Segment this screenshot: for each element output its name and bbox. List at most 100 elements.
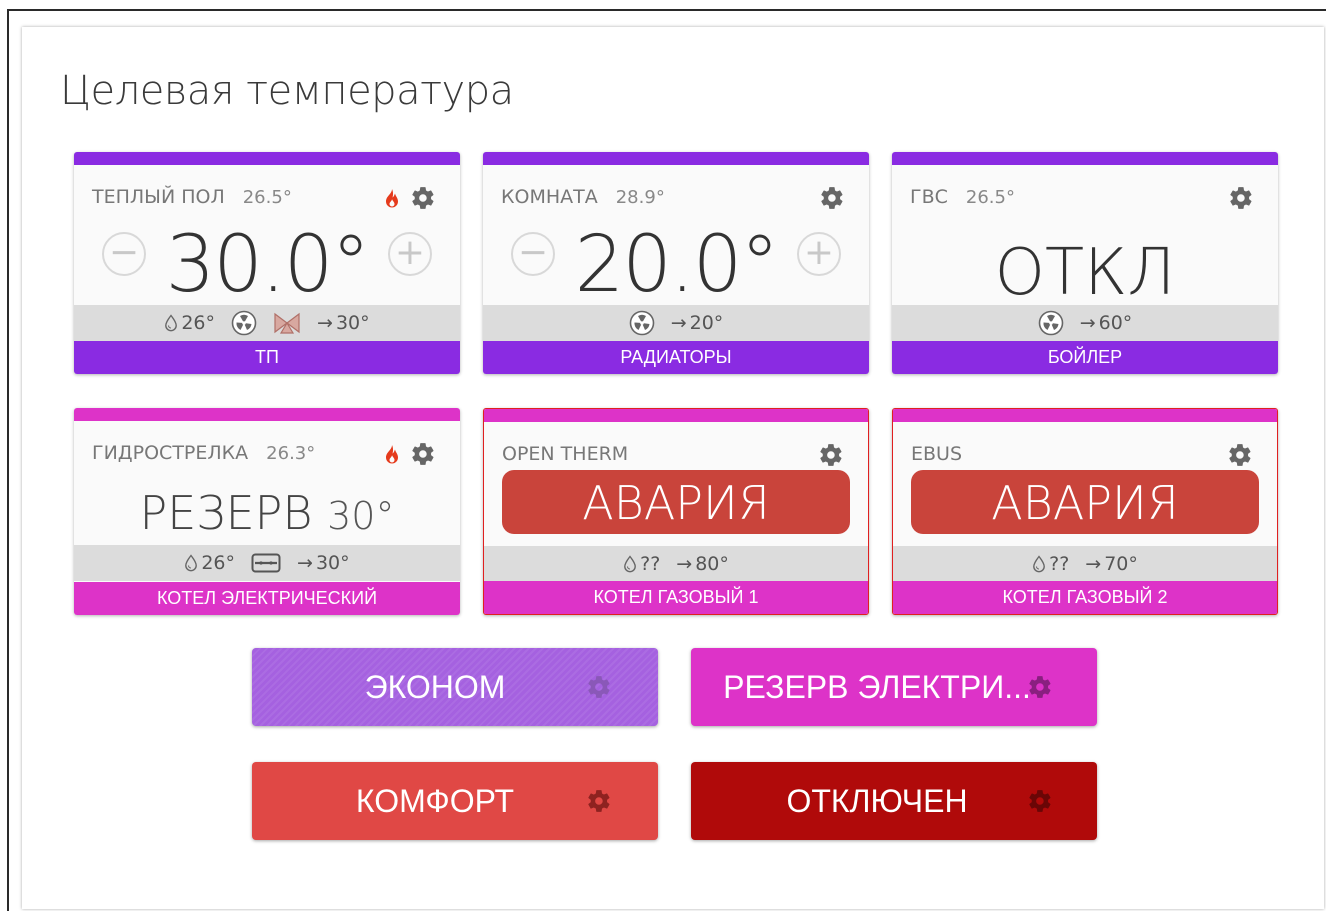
info-strip: ?? → 80° [484,546,868,582]
gear-icon[interactable] [1027,674,1053,700]
card-top-bar [74,408,460,421]
target-info: → 70° [1085,553,1138,575]
gear-icon[interactable] [1227,442,1253,468]
target-info-value: 60° [1098,312,1133,334]
alarm-status: АВАРИЯ [502,470,850,534]
card-top-bar [893,409,1277,422]
card-footer: КОТЕЛ ЭЛЕКТРИЧЕСКИЙ [74,582,460,615]
zone-name: КОМНАТА [501,186,598,208]
card-top-bar [483,152,869,165]
gear-icon[interactable] [1027,788,1053,814]
zone-card-teply-pol[interactable]: ТЕПЛЫЙ ПОЛ 26.5° − 30.0° + 26° → 30° ТП [74,152,460,374]
target-info: → 80° [676,553,729,575]
zone-name: ТЕПЛЫЙ ПОЛ [92,186,225,208]
zone-card-gidrostrelka[interactable]: ГИДРОСТРЕЛКА 26.3° РЕЗЕРВ 30° 26° → 30° К… [74,408,460,615]
zone-card-gvs[interactable]: ГВС 26.5° ОТКЛ → 60° БОЙЛЕР [892,152,1278,374]
increase-button[interactable]: + [388,232,432,276]
floor-temp: ?? [623,553,660,575]
info-strip: ?? → 70° [893,546,1277,582]
target-info-value: 30° [315,552,350,574]
flame-icon [384,189,400,209]
card-top-bar [74,152,460,165]
zone-label: EBUS [911,443,962,465]
drop-icon [623,555,637,573]
mode-button-comfort[interactable]: КОМФОРТ [252,762,658,840]
reserve-temp: 30° [327,494,395,538]
flame-icon [384,445,400,465]
arrow-icon: → [1079,312,1096,334]
card-footer: ТП [74,341,460,374]
target-info: → 20° [671,312,724,334]
arrow-icon: → [317,312,333,334]
mode-button-off[interactable]: ОТКЛЮЧЕН [691,762,1097,840]
floor-temp-value: 26° [201,552,236,574]
target-info-value: 70° [1104,553,1138,575]
zone-name: OPEN THERM [502,443,629,465]
card-footer: РАДИАТОРЫ [483,341,869,374]
zone-name: EBUS [911,443,963,465]
info-strip: 26° → 30° [74,305,460,341]
alarm-status: АВАРИЯ [911,470,1259,534]
gear-icon[interactable] [819,185,845,211]
card-top-bar [484,409,868,422]
current-temp: 26.5° [965,187,1015,208]
zone-label: ГВС 26.5° [910,186,1015,208]
floor-temp-value: ?? [1049,553,1070,575]
target-info: → 60° [1080,312,1133,334]
drop-icon [164,314,178,332]
gear-icon[interactable] [586,674,612,700]
pump-icon [231,310,257,336]
target-info: → 30° [317,312,370,334]
target-info: → 30° [297,552,350,574]
gear-icon[interactable] [818,442,844,468]
zone-card-komnata[interactable]: КОМНАТА 28.9° − 20.0° + → 20° РАДИАТОРЫ [483,152,869,374]
current-temp: 28.9° [615,187,665,208]
zone-label: КОМНАТА 28.9° [501,186,665,208]
pump-icon [629,310,655,336]
zone-card-ebus[interactable]: EBUS АВАРИЯ ?? → 70° КОТЕЛ ГАЗОВЫЙ 2 [892,408,1278,615]
card-footer: КОТЕЛ ГАЗОВЫЙ 2 [893,581,1277,614]
valve-icon [273,312,301,334]
card-top-bar [892,152,1278,165]
info-strip: 26° → 30° [74,545,460,581]
heater-icon [251,553,281,573]
drop-icon [1032,555,1046,573]
floor-temp-value: 26° [181,312,216,334]
floor-temp: 26° [184,552,235,574]
pump-icon [1038,310,1064,336]
info-strip: → 60° [892,305,1278,341]
target-temp-value: РЕЗЕРВ 30° [74,486,460,540]
arrow-icon: → [670,312,687,334]
mode-button-reserve-electric[interactable]: РЕЗЕРВ ЭЛЕКТРИ... [691,648,1097,726]
gear-icon[interactable] [410,185,436,211]
gear-icon[interactable] [410,441,436,467]
arrow-icon: → [676,553,693,575]
reserve-label: РЕЗЕРВ [139,486,313,540]
arrow-icon: → [1085,553,1102,575]
current-temp: 26.3° [266,443,316,464]
floor-temp: ?? [1032,553,1069,575]
increase-button[interactable]: + [797,232,841,276]
drop-icon [184,554,198,572]
zone-label: ГИДРОСТРЕЛКА 26.3° [92,442,315,464]
zone-label: OPEN THERM [502,443,628,465]
card-footer: КОТЕЛ ГАЗОВЫЙ 1 [484,581,868,614]
zone-card-open-therm[interactable]: OPEN THERM АВАРИЯ ?? → 80° КОТЕЛ ГАЗОВЫЙ… [483,408,869,615]
zone-name: ГИДРОСТРЕЛКА [92,442,249,464]
arrow-icon: → [297,552,313,574]
page-title: Целевая температура [60,68,514,114]
target-info-value: 80° [695,553,729,575]
zone-label: ТЕПЛЫЙ ПОЛ 26.5° [92,186,292,208]
info-strip: → 20° [483,305,869,341]
target-info-value: 30° [335,312,370,334]
floor-temp: 26° [164,312,215,334]
gear-icon[interactable] [1228,185,1254,211]
mode-button-econom[interactable]: ЭКОНОМ [252,648,658,726]
floor-temp-value: ?? [640,553,661,575]
target-temp-value: ОТКЛ [994,236,1176,310]
current-temp: 26.5° [242,187,292,208]
zone-name: ГВС [910,186,948,208]
target-info-value: 20° [689,312,724,334]
gear-icon[interactable] [586,788,612,814]
card-footer: БОЙЛЕР [892,341,1278,374]
